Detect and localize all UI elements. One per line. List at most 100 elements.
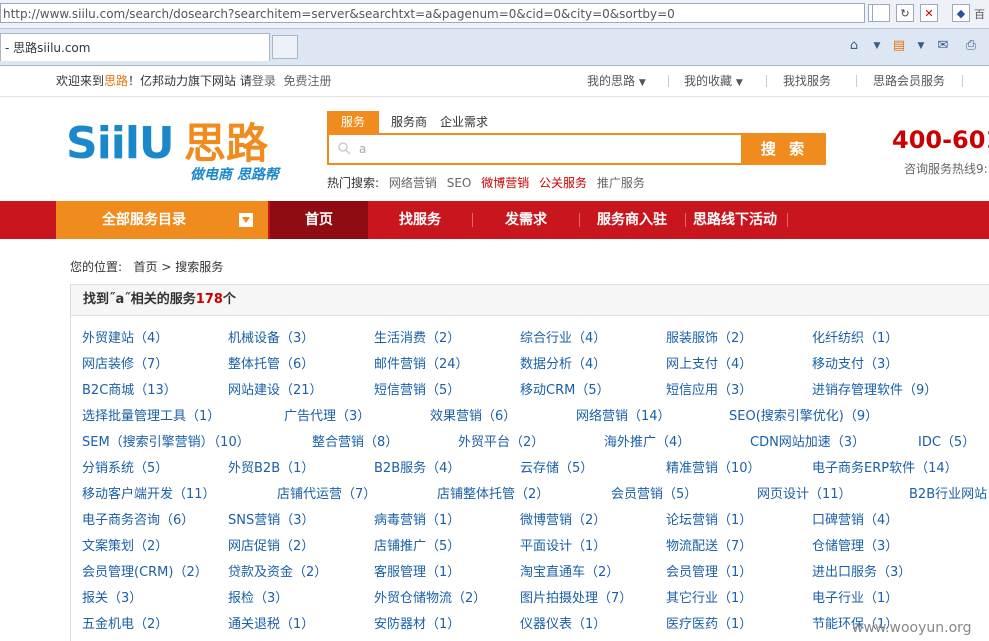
category-link[interactable]: 报关（3） bbox=[82, 591, 142, 607]
category-link[interactable]: 会员管理（1） bbox=[666, 565, 752, 581]
category-link[interactable]: 外贸建站（4） bbox=[82, 331, 168, 347]
nav-home[interactable]: 首页 bbox=[270, 201, 368, 239]
category-link[interactable]: 店铺推广（5） bbox=[374, 539, 460, 555]
category-link[interactable]: 网络营销（14） bbox=[576, 409, 671, 425]
tab-service[interactable]: 服务 bbox=[327, 111, 379, 133]
home-icon[interactable]: ⌂ bbox=[845, 37, 863, 55]
category-link[interactable]: 效果营销（6） bbox=[430, 409, 516, 425]
category-link[interactable]: 广告代理（3） bbox=[284, 409, 370, 425]
breadcrumb-home[interactable]: 首页 bbox=[134, 260, 158, 274]
print-icon[interactable]: ⎙ bbox=[962, 37, 980, 55]
category-link[interactable]: 会员营销（5） bbox=[611, 487, 697, 503]
category-link[interactable]: 外贸仓储物流（2） bbox=[374, 591, 486, 607]
category-link[interactable]: 仓储管理（3） bbox=[812, 539, 898, 555]
category-link[interactable]: 电子行业（1） bbox=[812, 591, 898, 607]
category-link[interactable]: 贷款及资金（2） bbox=[228, 565, 327, 581]
category-link[interactable]: 客服管理（1） bbox=[374, 565, 460, 581]
nav-provider-join[interactable]: 服务商入驻 bbox=[585, 201, 679, 239]
category-link[interactable]: 整体托管（6） bbox=[228, 357, 314, 373]
category-link[interactable]: 网页设计（11） bbox=[757, 487, 852, 503]
chevron-down-icon[interactable]: ▼ bbox=[912, 37, 930, 55]
category-link[interactable]: SEM（搜索引擎营销）（10） bbox=[82, 435, 250, 451]
category-link[interactable]: 仪器仪表（1） bbox=[520, 617, 606, 633]
category-link[interactable]: B2B行业网站 bbox=[909, 487, 987, 503]
category-link[interactable]: 网站建设（21） bbox=[228, 383, 323, 399]
category-link[interactable]: IDC（5） bbox=[918, 435, 975, 451]
category-link[interactable]: 外贸平台（2） bbox=[458, 435, 544, 451]
tab-provider[interactable]: 服务商 bbox=[391, 111, 427, 133]
category-link[interactable]: 通关退税（1） bbox=[228, 617, 314, 633]
category-link[interactable]: B2B服务（4） bbox=[374, 461, 460, 477]
category-link[interactable]: SEO(搜索引擎优化)（9） bbox=[729, 409, 878, 425]
category-link[interactable]: 口碑营销（4） bbox=[812, 513, 898, 529]
nav-find-service[interactable]: 找服务 bbox=[372, 201, 468, 239]
category-link[interactable]: 报检（3） bbox=[228, 591, 288, 607]
register-link[interactable]: 免费注册 bbox=[284, 74, 332, 88]
category-link[interactable]: 服装服饰（2） bbox=[666, 331, 752, 347]
hot-search-link[interactable]: SEO bbox=[447, 176, 472, 190]
new-tab-button[interactable] bbox=[272, 35, 298, 59]
category-link[interactable]: 论坛营销（1） bbox=[666, 513, 752, 529]
category-link[interactable]: 五金机电（2） bbox=[82, 617, 168, 633]
category-link[interactable]: 电子商务咨询（6） bbox=[82, 513, 194, 529]
my-favorites-menu[interactable]: 我的收藏 ▼ bbox=[684, 66, 743, 98]
category-link[interactable]: 网上支付（4） bbox=[666, 357, 752, 373]
category-link[interactable]: 会员管理(CRM)（2） bbox=[82, 565, 208, 581]
category-link[interactable]: 机械设备（3） bbox=[228, 331, 314, 347]
category-link[interactable]: 店铺代运营（7） bbox=[277, 487, 376, 503]
category-link[interactable]: 数据分析（4） bbox=[520, 357, 606, 373]
refresh-icon[interactable]: ↻ bbox=[896, 4, 914, 22]
hot-search-link[interactable]: 网络营销 bbox=[389, 176, 437, 190]
browser-tab[interactable]: - 思路siilu.com bbox=[0, 33, 270, 61]
category-link[interactable]: 进销存管理软件（9） bbox=[812, 383, 937, 399]
category-link[interactable]: 选择批量管理工具（1） bbox=[82, 409, 220, 425]
category-link[interactable]: 分销系统（5） bbox=[82, 461, 168, 477]
category-link[interactable]: 店铺整体托管（2） bbox=[437, 487, 549, 503]
find-service-link[interactable]: 我找服务 bbox=[783, 66, 831, 96]
stop-icon[interactable]: ✕ bbox=[920, 4, 938, 22]
category-link[interactable]: 平面设计（1） bbox=[520, 539, 606, 555]
category-link[interactable]: SNS营销（3） bbox=[228, 513, 315, 529]
nav-post-demand[interactable]: 发需求 bbox=[478, 201, 574, 239]
category-link[interactable]: 精准营销（10） bbox=[666, 461, 761, 477]
category-link[interactable]: 移动CRM（5） bbox=[520, 383, 610, 399]
category-link[interactable]: 文案策划（2） bbox=[82, 539, 168, 555]
tab-demand[interactable]: 企业需求 bbox=[440, 111, 488, 133]
login-link[interactable]: 登录 bbox=[252, 74, 276, 88]
category-link[interactable]: 整合营销（8） bbox=[312, 435, 398, 451]
category-link[interactable]: 短信应用（3） bbox=[666, 383, 752, 399]
my-siilu-menu[interactable]: 我的思路 ▼ bbox=[587, 66, 646, 98]
hot-search-link[interactable]: 微博营销 bbox=[481, 176, 529, 190]
search-input[interactable]: a bbox=[327, 133, 743, 165]
category-link[interactable]: 医疗医药（1） bbox=[666, 617, 752, 633]
category-link[interactable]: B2C商城（13） bbox=[82, 383, 177, 399]
mail-icon[interactable]: ✉ bbox=[934, 37, 952, 55]
chevron-down-icon[interactable]: ▼ bbox=[868, 37, 886, 55]
category-link[interactable]: 微博营销（2） bbox=[520, 513, 606, 529]
category-link[interactable]: 病毒营销（1） bbox=[374, 513, 460, 529]
url-input[interactable]: http://www.siilu.com/search/dosearch?sea… bbox=[0, 3, 865, 23]
category-link[interactable]: CDN网站加速（3） bbox=[750, 435, 865, 451]
category-link[interactable]: 其它行业（1） bbox=[666, 591, 752, 607]
category-link[interactable]: 外贸B2B（1） bbox=[228, 461, 314, 477]
category-link[interactable]: 淘宝直通车（2） bbox=[520, 565, 619, 581]
category-link[interactable]: 图片拍摄处理（7） bbox=[520, 591, 632, 607]
category-link[interactable]: 安防器材（1） bbox=[374, 617, 460, 633]
category-link[interactable]: 物流配送（7） bbox=[666, 539, 752, 555]
site-logo[interactable]: SiilU 思路 做电商 思路帮 bbox=[66, 118, 296, 194]
category-link[interactable]: 云存储（5） bbox=[520, 461, 593, 477]
category-link[interactable]: 移动客户端开发（11） bbox=[82, 487, 216, 503]
nav-offline-events[interactable]: 思路线下活动 bbox=[689, 201, 781, 239]
category-link[interactable]: 综合行业（4） bbox=[520, 331, 606, 347]
category-link[interactable]: 网店促销（2） bbox=[228, 539, 314, 555]
feed-icon[interactable]: ▤ bbox=[890, 37, 908, 55]
category-link[interactable]: 网店装修（7） bbox=[82, 357, 168, 373]
search-engine-icon[interactable]: ◆ bbox=[952, 4, 970, 22]
member-service-link[interactable]: 思路会员服务 bbox=[873, 66, 945, 96]
hot-search-link[interactable]: 公关服务 bbox=[539, 176, 587, 190]
all-categories-button[interactable]: 全部服务目录 bbox=[56, 201, 268, 239]
compat-icon[interactable] bbox=[872, 4, 890, 22]
search-button[interactable]: 搜 索 bbox=[743, 133, 826, 165]
category-link[interactable]: 化纤纺织（1） bbox=[812, 331, 898, 347]
category-link[interactable]: 海外推广（4） bbox=[604, 435, 690, 451]
